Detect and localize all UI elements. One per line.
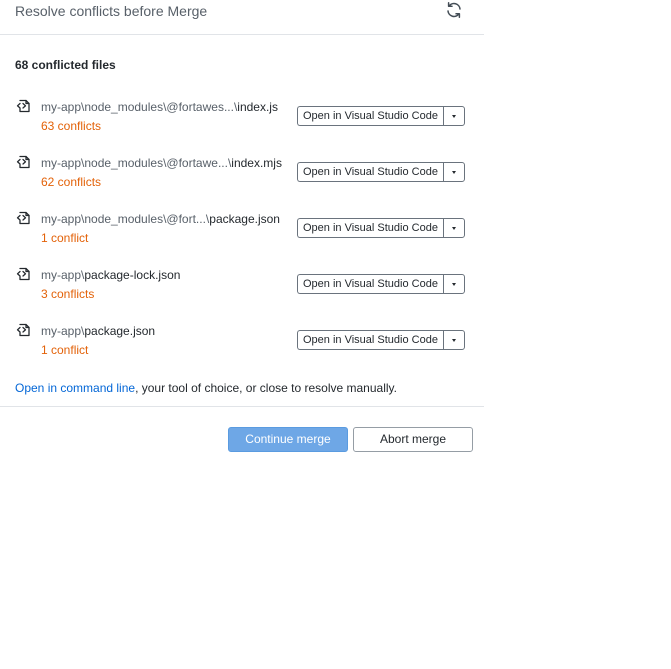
file-row: my-app\node_modules\@fortawe...\index.mj… xyxy=(0,146,484,202)
continue-merge-button[interactable]: Continue merge xyxy=(228,427,348,452)
file-path: my-app\node_modules\@fortawe...\index.mj… xyxy=(41,156,282,170)
open-in-editor-group: Open in Visual Studio Code xyxy=(297,274,465,294)
file-row: my-app\package.json 1 conflict Open in V… xyxy=(0,314,484,370)
chevron-down-icon xyxy=(451,339,456,342)
open-in-vscode-button[interactable]: Open in Visual Studio Code xyxy=(297,106,443,126)
file-path: my-app\package-lock.json xyxy=(41,268,180,282)
refresh-icon[interactable] xyxy=(444,0,464,20)
open-in-editor-group: Open in Visual Studio Code xyxy=(297,162,465,182)
file-code-icon xyxy=(15,209,33,227)
dialog-header: Resolve conflicts before Merge xyxy=(0,0,484,35)
conflict-count: 1 conflict xyxy=(41,231,89,245)
file-code-icon xyxy=(15,265,33,283)
file-name: package.json xyxy=(84,324,156,338)
file-name: package.json xyxy=(209,212,280,226)
file-directory: my-app\ xyxy=(41,324,85,338)
open-options-dropdown[interactable] xyxy=(442,106,465,126)
open-options-dropdown[interactable] xyxy=(442,218,465,238)
file-row: my-app\package-lock.json 3 conflicts Ope… xyxy=(0,258,484,314)
file-name: index.mjs xyxy=(231,156,282,170)
open-in-editor-group: Open in Visual Studio Code xyxy=(297,218,465,238)
open-in-vscode-button[interactable]: Open in Visual Studio Code xyxy=(297,274,443,294)
file-code-icon xyxy=(15,321,33,339)
file-path: my-app\package.json xyxy=(41,324,155,338)
file-row: my-app\node_modules\@fortawes...\index.j… xyxy=(0,90,484,146)
dialog-title: Resolve conflicts before Merge xyxy=(15,3,208,19)
manual-resolve-hint: Open in command line, your tool of choic… xyxy=(15,381,397,395)
chevron-down-icon xyxy=(451,283,456,286)
file-directory: my-app\node_modules\@fort...\ xyxy=(41,212,210,226)
open-options-dropdown[interactable] xyxy=(442,274,465,294)
chevron-down-icon xyxy=(451,227,456,230)
open-in-editor-group: Open in Visual Studio Code xyxy=(297,330,465,350)
conflict-count: 3 conflicts xyxy=(41,287,95,301)
file-row: my-app\node_modules\@fort...\package.jso… xyxy=(0,202,484,258)
open-command-line-link[interactable]: Open in command line xyxy=(15,381,135,395)
file-code-icon xyxy=(15,97,33,115)
file-directory: my-app\node_modules\@fortawe...\ xyxy=(41,156,232,170)
open-options-dropdown[interactable] xyxy=(442,330,465,350)
chevron-down-icon xyxy=(451,171,456,174)
footer-divider xyxy=(0,406,484,407)
resolve-conflicts-dialog: Resolve conflicts before Merge 68 confli… xyxy=(0,0,484,470)
open-in-vscode-button[interactable]: Open in Visual Studio Code xyxy=(297,218,443,238)
conflicted-files-count: 68 conflicted files xyxy=(15,58,116,72)
open-in-vscode-button[interactable]: Open in Visual Studio Code xyxy=(297,162,443,182)
manual-resolve-text: , your tool of choice, or close to resol… xyxy=(135,381,397,395)
file-directory: my-app\ xyxy=(41,268,85,282)
open-in-vscode-button[interactable]: Open in Visual Studio Code xyxy=(297,330,443,350)
file-path: my-app\node_modules\@fort...\package.jso… xyxy=(41,212,280,226)
file-name: package-lock.json xyxy=(84,268,181,282)
chevron-down-icon xyxy=(451,115,456,118)
file-directory: my-app\node_modules\@fortawes...\ xyxy=(41,100,238,114)
open-in-editor-group: Open in Visual Studio Code xyxy=(297,106,465,126)
conflict-count: 62 conflicts xyxy=(41,175,102,189)
open-options-dropdown[interactable] xyxy=(442,162,465,182)
file-path: my-app\node_modules\@fortawes...\index.j… xyxy=(41,100,278,114)
conflict-count: 1 conflict xyxy=(41,343,89,357)
file-name: index.js xyxy=(237,100,278,114)
file-code-icon xyxy=(15,153,33,171)
conflict-count: 63 conflicts xyxy=(41,119,102,133)
abort-merge-button[interactable]: Abort merge xyxy=(353,427,473,452)
